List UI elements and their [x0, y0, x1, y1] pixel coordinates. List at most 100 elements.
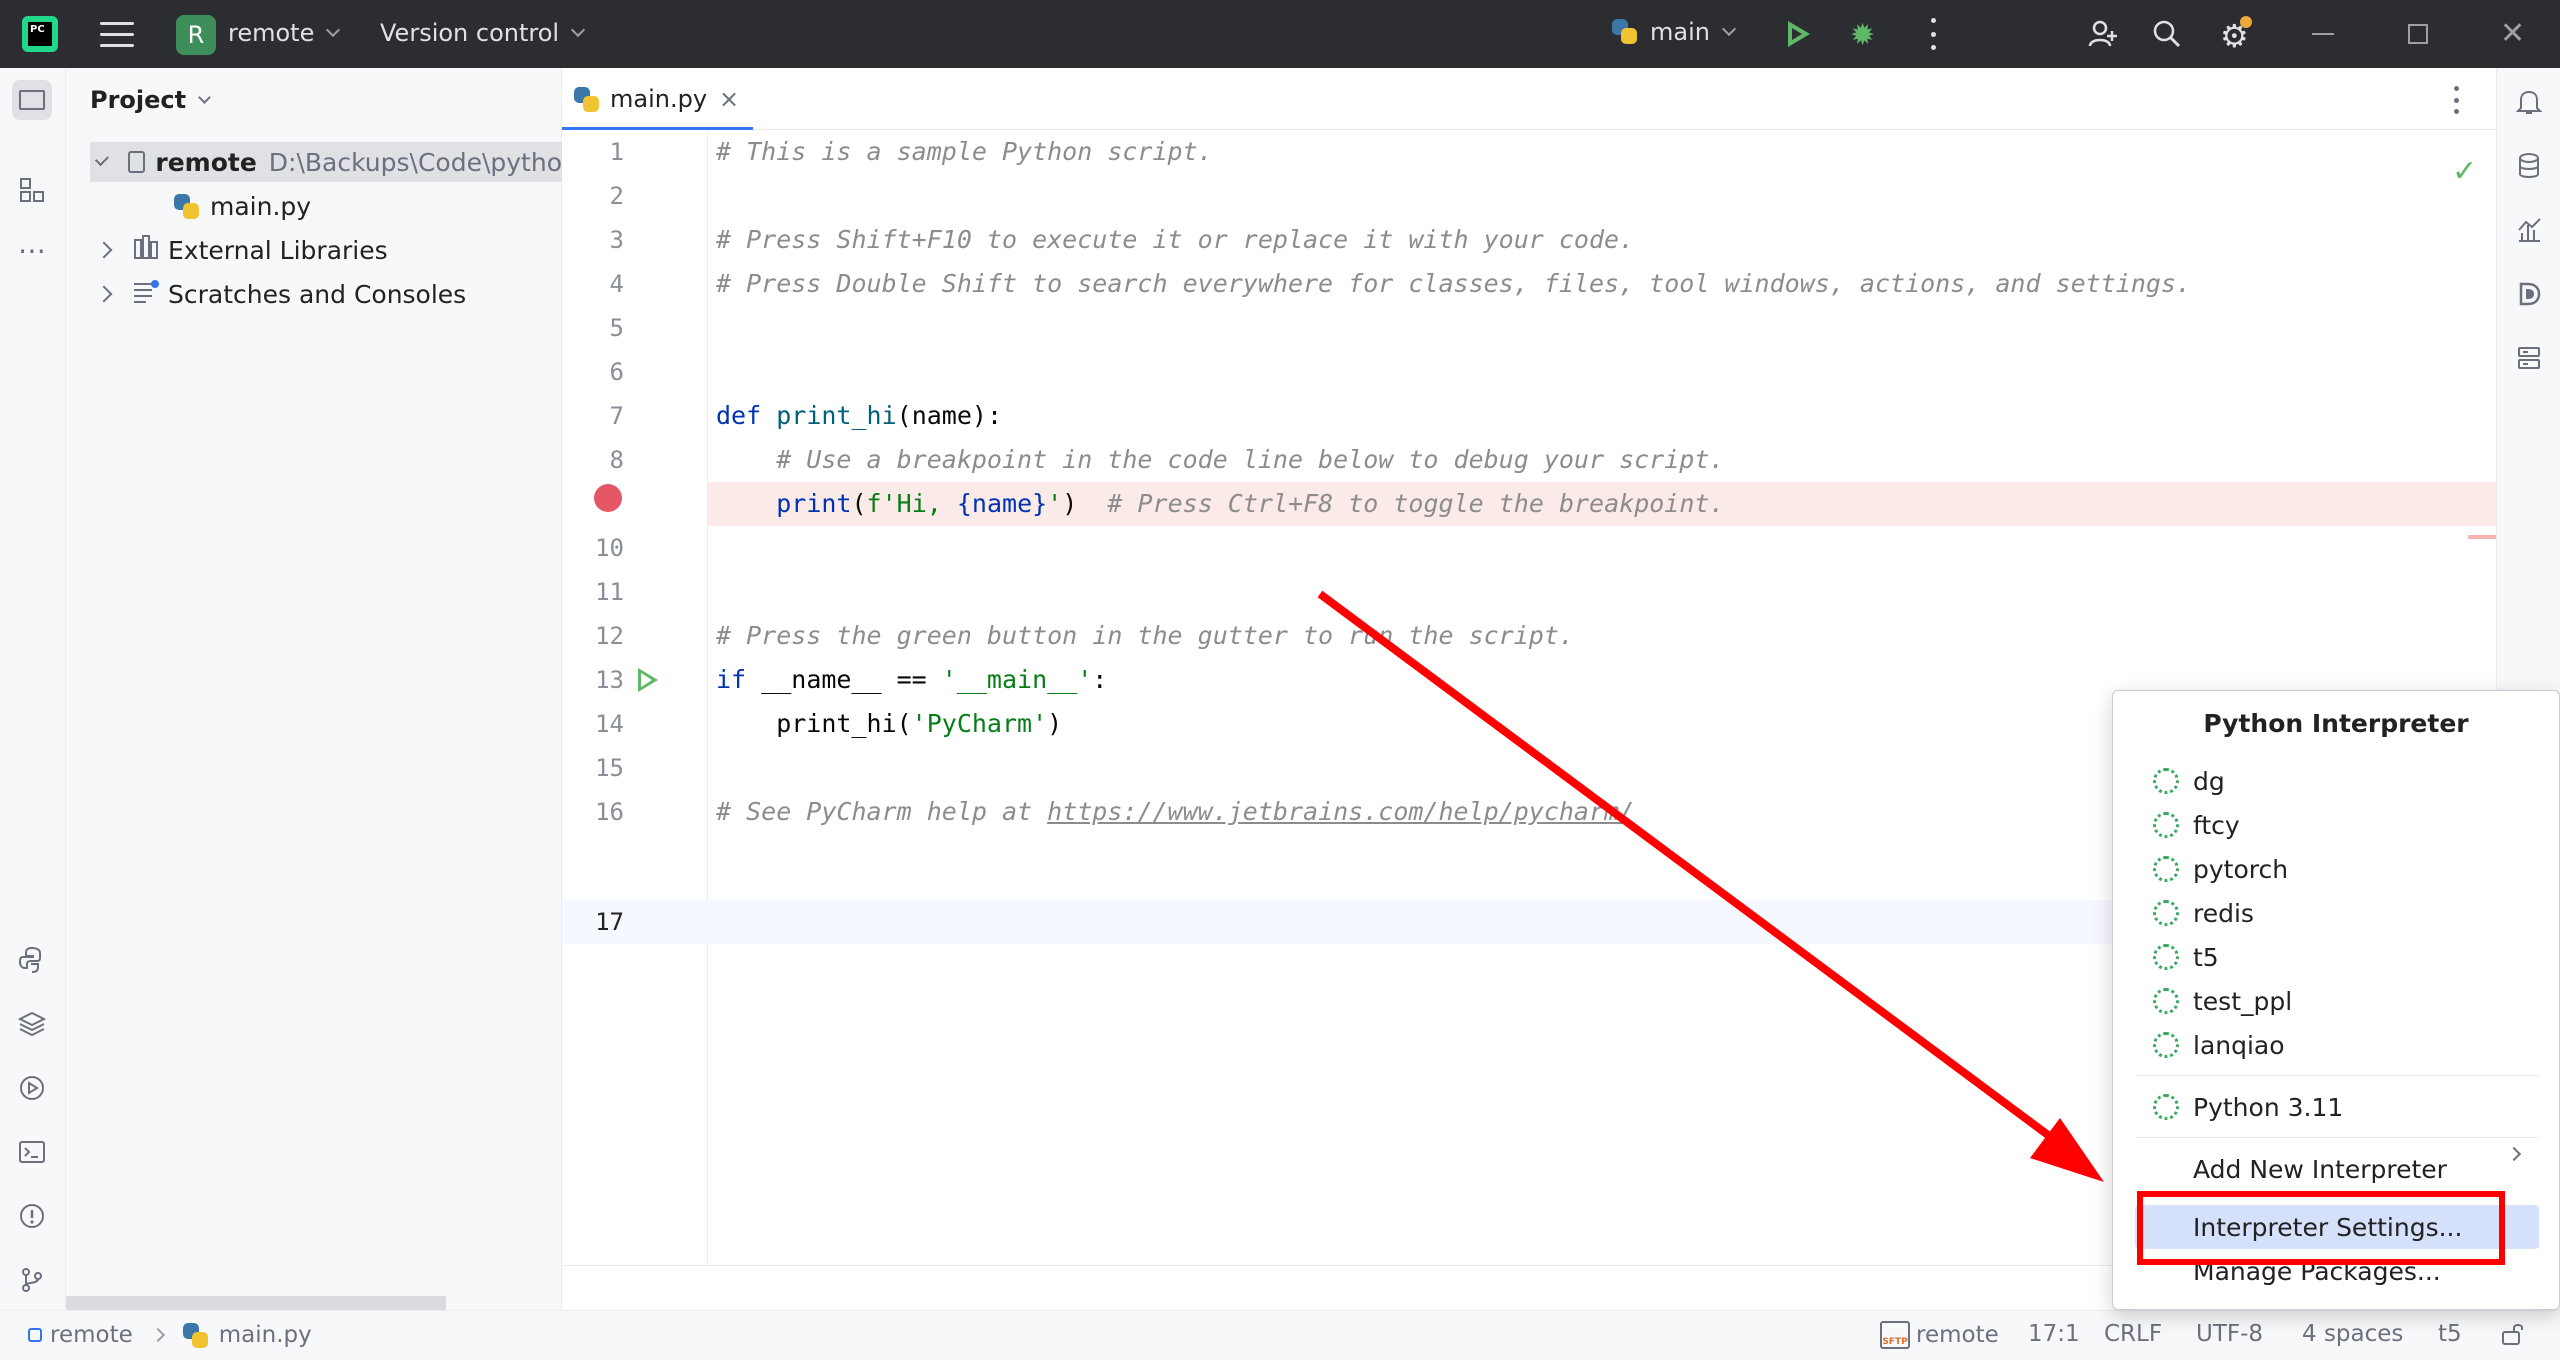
breadcrumb-project[interactable]: remote: [50, 1322, 133, 1348]
layers-icon[interactable]: [12, 1004, 52, 1044]
debug-bug-icon[interactable]: ✹: [1850, 18, 1875, 53]
run-button[interactable]: [1784, 19, 1814, 49]
chevron-down-icon[interactable]: [94, 152, 109, 166]
coverage-icon[interactable]: [2509, 274, 2549, 314]
chevron-down-icon: [326, 22, 341, 38]
conda-env-icon: [2153, 812, 2179, 838]
line-number: 11: [595, 578, 624, 606]
deployment-server[interactable]: SFTP remote: [1880, 1321, 1999, 1349]
manage-packages-item[interactable]: Manage Packages...: [2193, 1249, 2441, 1293]
chevron-right-icon[interactable]: [95, 285, 113, 303]
tree-item-label: remote: [155, 147, 257, 177]
notifications-bell-icon[interactable]: [2509, 82, 2549, 122]
version-control-label: Version control: [380, 19, 560, 47]
popup-divider: [2135, 1075, 2539, 1076]
python-interpreter-popup: Python Interpreter dg ftcy pytorch redis…: [2112, 690, 2560, 1310]
popup-title: Python Interpreter: [2203, 709, 2469, 738]
maximize-window-icon[interactable]: [2408, 24, 2428, 44]
main-menu-icon[interactable]: [100, 22, 134, 48]
version-control-menu[interactable]: Version control: [380, 19, 586, 47]
conda-env-icon: [2153, 988, 2179, 1014]
line-number: 10: [595, 534, 624, 562]
interpreter-option-test-ppl[interactable]: test_ppl: [2153, 979, 2292, 1023]
interpreter-option-pytorch[interactable]: pytorch: [2153, 847, 2288, 891]
chevron-right-icon: [2506, 1146, 2522, 1162]
interpreter-settings-item[interactable]: Interpreter Settings...: [2193, 1205, 2462, 1249]
more-options-icon[interactable]: [1928, 18, 1938, 50]
breakpoint-marker-stripe[interactable]: [2468, 535, 2496, 539]
add-new-interpreter-item[interactable]: Add New Interpreter: [2193, 1147, 2447, 1191]
line-number: 1: [609, 138, 624, 166]
tab-main-py[interactable]: main.py ×: [562, 68, 754, 130]
tree-item-scratches[interactable]: Scratches and Consoles: [95, 274, 466, 314]
lock-icon[interactable]: [2500, 1321, 2526, 1347]
chevron-right-icon[interactable]: [95, 241, 113, 259]
python-file-icon: [572, 85, 600, 113]
structure-tool-icon[interactable]: [12, 170, 52, 210]
code-line-breakpoint: print(f'Hi, {name}') # Press Ctrl+F8 to …: [708, 482, 2496, 526]
services-icon[interactable]: [12, 1068, 52, 1108]
code-line: # This is a sample Python script.: [716, 137, 1213, 166]
interpreter-option-ftcy[interactable]: ftcy: [2153, 803, 2240, 847]
line-number: 17: [595, 908, 624, 936]
close-window-icon[interactable]: ✕: [2500, 16, 2525, 51]
breakpoint-icon[interactable]: [594, 484, 622, 512]
conda-env-icon: [2153, 944, 2179, 970]
module-icon: [28, 1328, 42, 1342]
project-switcher[interactable]: remote: [228, 19, 341, 47]
run-configuration-selector[interactable]: main: [1610, 17, 1737, 47]
add-user-icon[interactable]: [2088, 19, 2118, 49]
remote-hosts-icon[interactable]: [2509, 338, 2549, 378]
chevron-down-icon: [198, 90, 211, 104]
folder-icon: [127, 151, 146, 173]
project-panel: Project remote D:\Backups\Code\pytho mai…: [66, 68, 562, 1310]
minimize-window-icon[interactable]: [2312, 33, 2334, 35]
file-encoding[interactable]: UTF-8: [2196, 1321, 2263, 1347]
help-link[interactable]: https://www.jetbrains.com/help/pycharm/: [1047, 797, 1634, 826]
tree-item-remote[interactable]: remote D:\Backups\Code\pytho: [90, 142, 562, 182]
line-number: 15: [595, 754, 624, 782]
code-line: # Press Double Shift to search everywher…: [716, 269, 2192, 298]
sciview-chart-icon[interactable]: [2509, 210, 2549, 250]
interpreter-option-lanqiao[interactable]: lanqiao: [2153, 1023, 2285, 1067]
git-branch-icon[interactable]: [12, 1260, 52, 1300]
breadcrumb-file[interactable]: main.py: [219, 1322, 312, 1348]
python-file-icon: [172, 192, 200, 220]
sftp-icon: SFTP: [1880, 1321, 1910, 1349]
indent-setting[interactable]: 4 spaces: [2302, 1321, 2403, 1347]
interpreter-option-python-3-11[interactable]: Python 3.11: [2153, 1085, 2343, 1129]
close-tab-icon[interactable]: ×: [719, 85, 739, 113]
python-packages-icon[interactable]: [12, 940, 52, 980]
line-number: 16: [595, 798, 624, 826]
project-tool-icon[interactable]: [12, 80, 52, 120]
line-number: 3: [609, 226, 624, 254]
caret-position[interactable]: 17:1: [2028, 1321, 2080, 1347]
tree-item-main-py[interactable]: main.py: [172, 186, 311, 226]
interpreter-option-redis[interactable]: redis: [2153, 891, 2254, 935]
project-badge[interactable]: R: [176, 15, 216, 55]
code-line: # Use a breakpoint in the code line belo…: [716, 445, 1725, 474]
pycharm-logo-icon[interactable]: PC: [22, 16, 58, 52]
code-line-current: [708, 900, 2116, 944]
project-view-selector[interactable]: Project: [90, 86, 211, 114]
interpreter-option-dg[interactable]: dg: [2153, 759, 2225, 803]
tab-options-icon[interactable]: [2454, 86, 2460, 114]
tree-item-external-libraries[interactable]: External Libraries: [95, 230, 388, 270]
interpreter-status[interactable]: t5: [2438, 1321, 2462, 1347]
deployment-server-name: remote: [1916, 1322, 1999, 1348]
horizontal-scrollbar[interactable]: [66, 1296, 446, 1310]
search-icon[interactable]: [2152, 19, 2182, 49]
breadcrumb[interactable]: remote main.py: [28, 1321, 312, 1349]
library-icon: [132, 234, 160, 266]
more-tools-icon[interactable]: ⋯: [12, 230, 52, 270]
no-problems-check-icon[interactable]: ✓: [2452, 154, 2477, 189]
project-panel-title: Project: [90, 86, 187, 114]
python-file-icon: [181, 1321, 209, 1349]
editor-gutter: 1 2 3 4 5 6 7 8 10 11 12 13 14 15 16 17: [562, 130, 708, 1265]
problems-icon[interactable]: [12, 1196, 52, 1236]
line-ending[interactable]: CRLF: [2104, 1321, 2162, 1347]
database-icon[interactable]: [2509, 146, 2549, 186]
tree-item-path: D:\Backups\Code\pytho: [268, 147, 562, 177]
terminal-icon[interactable]: [12, 1132, 52, 1172]
interpreter-option-t5[interactable]: t5: [2153, 935, 2219, 979]
